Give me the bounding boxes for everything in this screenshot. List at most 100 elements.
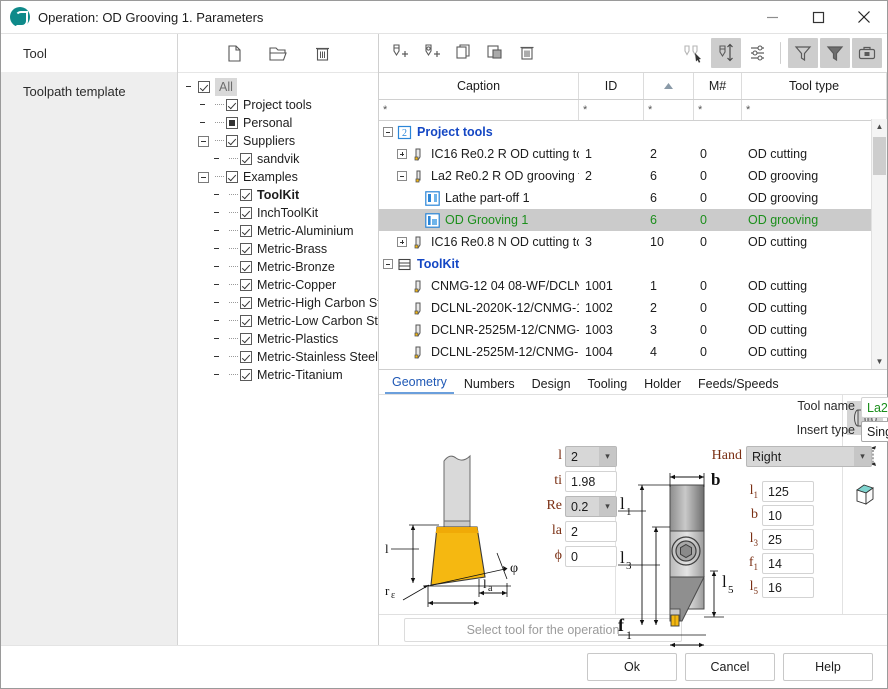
filter-tool-type[interactable]: * — [742, 100, 887, 120]
tree-checkbox[interactable] — [198, 81, 210, 93]
collapse-icon[interactable] — [383, 127, 393, 137]
expand-icon[interactable] — [397, 237, 407, 247]
tab-holder[interactable]: Holder — [637, 376, 688, 394]
tab-geometry[interactable]: Geometry — [385, 374, 454, 394]
table-row[interactable]: OD Grooving 1 6 0 OD grooving — [379, 209, 887, 231]
collapse-icon[interactable] — [383, 259, 393, 269]
tree-item-metric-high-carbon-steel[interactable]: Metric-High Carbon Steel — [178, 294, 378, 312]
delete-trash-icon[interactable] — [512, 38, 542, 68]
tree-item-personal[interactable]: Personal — [178, 114, 378, 132]
tree-checkbox[interactable] — [240, 207, 252, 219]
column-header-tool-type[interactable]: Tool type — [742, 73, 887, 99]
delete-trash-icon[interactable] — [309, 41, 335, 65]
table-row[interactable]: DCLNR-2525M-12/CNMG-12 ... 1003 3 0 OD cutti… — [379, 319, 887, 341]
f1-field[interactable]: 14 — [762, 553, 814, 574]
tree-item-inchtoolkit[interactable]: InchToolKit — [178, 204, 378, 222]
grid-vertical-scrollbar[interactable]: ▲ ▼ — [871, 119, 887, 369]
column-header-sort[interactable] — [644, 73, 694, 99]
tree-checkbox[interactable] — [240, 153, 252, 165]
tree-item-metric-plastics[interactable]: Metric-Plastics — [178, 330, 378, 348]
b-field[interactable]: 10 — [762, 505, 814, 526]
tool-name-field[interactable]: La2 Re0.2 R OD groovi — [861, 397, 888, 418]
select-tool-icon[interactable] — [679, 38, 709, 68]
collapse-icon[interactable] — [397, 171, 407, 181]
filter-sort[interactable]: * — [644, 100, 694, 120]
l-select[interactable]: 2 ▾ — [565, 446, 617, 467]
tree-checkbox[interactable] — [240, 279, 252, 291]
filter-id[interactable]: * — [579, 100, 644, 120]
tree-item-suppliers[interactable]: Suppliers — [178, 132, 378, 150]
tree-checkbox[interactable] — [226, 171, 238, 183]
maximize-icon[interactable] — [795, 1, 841, 33]
ti-field[interactable]: 1.98 — [565, 471, 617, 492]
table-row[interactable]: La2 Re0.2 R OD grooving tool 2 6 0 OD groovi… — [379, 165, 887, 187]
filter-caption[interactable]: * — [379, 100, 579, 120]
column-header-caption[interactable]: Caption — [379, 73, 579, 99]
tool-settings-icon[interactable] — [743, 38, 773, 68]
table-row[interactable]: IC16 Re0.2 R OD cutting tool 1 2 0 OD cuttin… — [379, 143, 887, 165]
table-row[interactable]: CNMG-12 04 08-WF/DCLNR-... 1001 1 0 OD cutti… — [379, 275, 887, 297]
tab-feeds-speeds[interactable]: Feeds/Speeds — [691, 376, 786, 394]
table-row[interactable]: IC16 Re0.8 N OD cutting tool 3 10 0 OD cutti… — [379, 231, 887, 253]
add-insert-icon[interactable] — [416, 38, 446, 68]
filter-machine[interactable]: * — [694, 100, 742, 120]
tree-item-examples[interactable]: Examples — [178, 168, 378, 186]
tree-item-all[interactable]: All — [178, 78, 378, 96]
tree-checkbox[interactable] — [226, 99, 238, 111]
table-row[interactable]: DCLNL-2525M-12/CNMG-12 ... 1004 4 0 OD cutti… — [379, 341, 887, 363]
tree-collapse-icon[interactable] — [198, 135, 209, 147]
tab-tooling[interactable]: Tooling — [581, 376, 635, 394]
filter-active-icon[interactable] — [820, 38, 850, 68]
tree-checkbox[interactable] — [240, 243, 252, 255]
tree-checkbox[interactable] — [240, 369, 252, 381]
l3-field[interactable]: 25 — [762, 529, 814, 550]
tool-library-tree[interactable]: All Project tools Personal Suppliers sandvik… — [178, 73, 378, 645]
table-row[interactable]: Lathe part-off 1 6 0 OD grooving — [379, 187, 887, 209]
tree-item-metric-brass[interactable]: Metric-Brass — [178, 240, 378, 258]
column-header-id[interactable]: ID — [579, 73, 644, 99]
table-row[interactable]: DCLNL-2020K-12/CNMG-12 0... 1002 2 0 OD cutt… — [379, 297, 887, 319]
tab-numbers[interactable]: Numbers — [457, 376, 522, 394]
tree-checkbox[interactable] — [240, 315, 252, 327]
tool-measure-icon[interactable] — [711, 38, 741, 68]
tree-item-metric-low-carbon-steel[interactable]: Metric-Low Carbon Steel — [178, 312, 378, 330]
toolbox-icon[interactable] — [852, 38, 882, 68]
tree-item-metric-stainless-steel[interactable]: Metric-Stainless Steel — [178, 348, 378, 366]
la-field[interactable]: 2 — [565, 521, 617, 542]
tree-item-metric-copper[interactable]: Metric-Copper — [178, 276, 378, 294]
tab-design[interactable]: Design — [525, 376, 578, 394]
minimize-icon[interactable] — [749, 1, 795, 33]
close-icon[interactable] — [841, 1, 887, 33]
tree-checkbox[interactable] — [226, 117, 238, 129]
re-select[interactable]: 0.2 ▾ — [565, 496, 617, 517]
paste-icon[interactable] — [480, 38, 510, 68]
tree-checkbox[interactable] — [240, 297, 252, 309]
open-folder-icon[interactable] — [265, 41, 291, 65]
scroll-down-icon[interactable]: ▼ — [872, 354, 887, 369]
insert-type-select[interactable]: Single End(Chamfer) ▾ — [861, 421, 888, 442]
tree-item-project-tools[interactable]: Project tools — [178, 96, 378, 114]
column-header-machine[interactable]: M# — [694, 73, 742, 99]
table-row[interactable]: ToolKit — [379, 253, 887, 275]
hand-select[interactable]: Right ▾ — [746, 446, 872, 467]
filter-icon[interactable] — [788, 38, 818, 68]
tree-checkbox[interactable] — [240, 333, 252, 345]
tree-item-toolkit[interactable]: ToolKit — [178, 186, 378, 204]
scroll-up-icon[interactable]: ▲ — [872, 119, 887, 134]
solid-box-view-icon[interactable] — [847, 477, 883, 511]
new-file-icon[interactable] — [221, 41, 247, 65]
l5-field[interactable]: 16 — [762, 577, 814, 598]
table-row[interactable]: 2 Project tools — [379, 121, 887, 143]
tree-item-metric-aluminium[interactable]: Metric-Aluminium — [178, 222, 378, 240]
tree-checkbox[interactable] — [240, 225, 252, 237]
tree-item-sandvik[interactable]: sandvik — [178, 150, 378, 168]
tree-checkbox[interactable] — [240, 261, 252, 273]
l1-field[interactable]: 125 — [762, 481, 814, 502]
sidebar-item-toolpath-template[interactable]: Toolpath template — [1, 72, 177, 110]
tree-checkbox[interactable] — [226, 135, 238, 147]
scrollbar-thumb[interactable] — [873, 137, 886, 175]
tree-checkbox[interactable] — [240, 351, 252, 363]
copy-icon[interactable] — [448, 38, 478, 68]
tree-item-metric-titanium[interactable]: Metric-Titanium — [178, 366, 378, 384]
tree-item-metric-bronze[interactable]: Metric-Bronze — [178, 258, 378, 276]
